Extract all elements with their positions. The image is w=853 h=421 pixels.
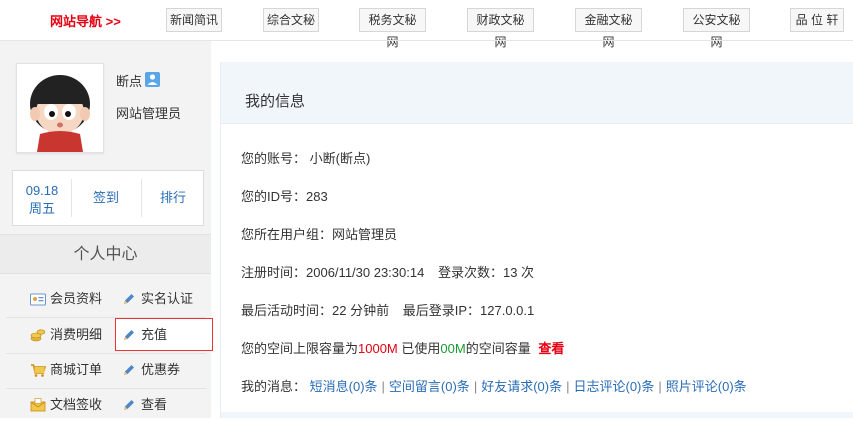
ranking-button[interactable]: 排行 [141, 171, 205, 225]
menu-label: 文档签收 [50, 397, 103, 412]
separator: | [566, 379, 570, 394]
space-mid: 已使用 [397, 341, 441, 356]
id-card-icon [30, 293, 46, 306]
group-row: 您所在用户组：网站管理员 [241, 224, 397, 243]
messages-label: 我的消息： [241, 379, 307, 394]
space-used: 00M [440, 341, 466, 356]
top-navigation: 网站导航 >> 新闻简讯 综合文秘 税务文秘网 财政文秘网 金融文秘网 公安文秘… [0, 0, 853, 49]
menu-label: 会员资料 [50, 291, 103, 306]
pencil-icon [124, 400, 134, 410]
menu-divider [6, 388, 206, 389]
id-label: 您的ID号： [241, 189, 307, 204]
group-value: 网站管理员 [332, 227, 398, 242]
pencil-icon [124, 365, 134, 375]
login-count-label: 登录次数： [437, 265, 503, 280]
panel-bottom-bar [221, 412, 853, 418]
registration-row: 注册时间：2006/11/30 23:30:14 登录次数：13 次 [241, 262, 534, 281]
space-message-link[interactable]: 空间留言(0)条 [389, 379, 470, 394]
space-limit: 1000M [358, 341, 398, 356]
date-text: 09.18 [25, 183, 59, 198]
menu-label: 优惠券 [141, 362, 181, 377]
username[interactable]: 断点 [116, 71, 142, 90]
last-ip-value: 127.0.0.1 [480, 303, 535, 318]
last-active-label: 最后活动时间： [241, 303, 333, 318]
date-signin-box: 09.18 周五 签到 排行 [12, 170, 204, 226]
space-suffix: 的空间容量 [465, 341, 531, 356]
pencil-icon [124, 330, 134, 340]
last-activity-row: 最后活动时间：22 分钟前 最后登录IP：127.0.0.1 [241, 300, 534, 319]
separator: | [381, 379, 385, 394]
menu-label: 消费明细 [50, 327, 103, 342]
signin-button[interactable]: 签到 [71, 171, 141, 225]
nav-link-tax-secretary[interactable]: 税务文秘网 [359, 8, 426, 49]
menu-label: 充值 [141, 327, 168, 342]
messages-row: 我的消息： 短消息(0)条 | 空间留言(0)条 | 好友请求(0)条 | 日志评论(0)条… [241, 376, 747, 395]
separator: | [473, 379, 478, 394]
cart-icon [31, 364, 46, 377]
login-count-value: 13 次 [502, 265, 535, 280]
menu-label: 查看 [141, 397, 168, 412]
id-row: 您的ID号：283 [241, 186, 328, 205]
reg-value: 2006/11/30 23:30:14 [306, 265, 425, 280]
nav-link-general-secretary[interactable]: 综合文秘 [263, 8, 319, 32]
verified-user-icon [145, 72, 160, 87]
photo-comment-link[interactable]: 照片评论(0)条 [666, 379, 747, 394]
today-date: 09.18 周五 [13, 171, 71, 225]
inbox-icon [30, 398, 46, 412]
coins-icon [30, 329, 46, 342]
friend-request-link[interactable]: 好友请求(0)条 [481, 379, 562, 394]
nav-link-pinweixuan[interactable]: 品 位 轩 [790, 8, 844, 32]
panel-title: 我的信息 [245, 93, 306, 110]
cartoon-avatar-icon [17, 64, 103, 152]
weekday-text: 周五 [28, 201, 55, 216]
nav-link-police-secretary[interactable]: 公安文秘网 [683, 8, 750, 49]
nav-link-news[interactable]: 新闻简讯 [166, 8, 222, 32]
menu-label: 商城订单 [50, 362, 103, 377]
id-value: 283 [306, 189, 328, 204]
reg-label: 注册时间： [241, 265, 307, 280]
avatar[interactable] [16, 63, 104, 153]
nav-link-banking-secretary[interactable]: 金融文秘网 [575, 8, 642, 49]
personal-center-title: 个人中心 [0, 234, 211, 274]
site-nav-brand[interactable]: 网站导航 >> [50, 11, 121, 30]
account-row: 您的账号： 小断(断点) [241, 148, 370, 167]
account-label: 您的账号： [241, 151, 307, 166]
last-active-value: 22 分钟前 [332, 303, 390, 318]
space-view-link[interactable]: 查看 [534, 341, 564, 356]
my-info-panel: 我的信息 您的账号： 小断(断点) 您的ID号：283 您所在用户组：网站管理员… [220, 62, 853, 418]
group-label: 您所在用户组： [241, 227, 333, 242]
account-value: 小断(断点) [309, 151, 371, 166]
space-row: 您的空间上限容量为1000M 已使用00M的空间容量 查看 [241, 338, 564, 357]
pencil-icon [124, 294, 134, 304]
last-ip-label: 最后登录IP： [402, 303, 481, 318]
separator: | [658, 379, 662, 394]
panel-header: 我的信息 [221, 62, 853, 124]
short-message-link[interactable]: 短消息(0)条 [310, 379, 378, 394]
menu-label: 实名认证 [141, 291, 194, 306]
user-role: 网站管理员 [116, 106, 182, 121]
blog-comment-link[interactable]: 日志评论(0)条 [573, 379, 654, 394]
space-prefix: 您的空间上限容量为 [241, 341, 359, 356]
nav-link-finance-secretary[interactable]: 财政文秘网 [467, 8, 534, 49]
